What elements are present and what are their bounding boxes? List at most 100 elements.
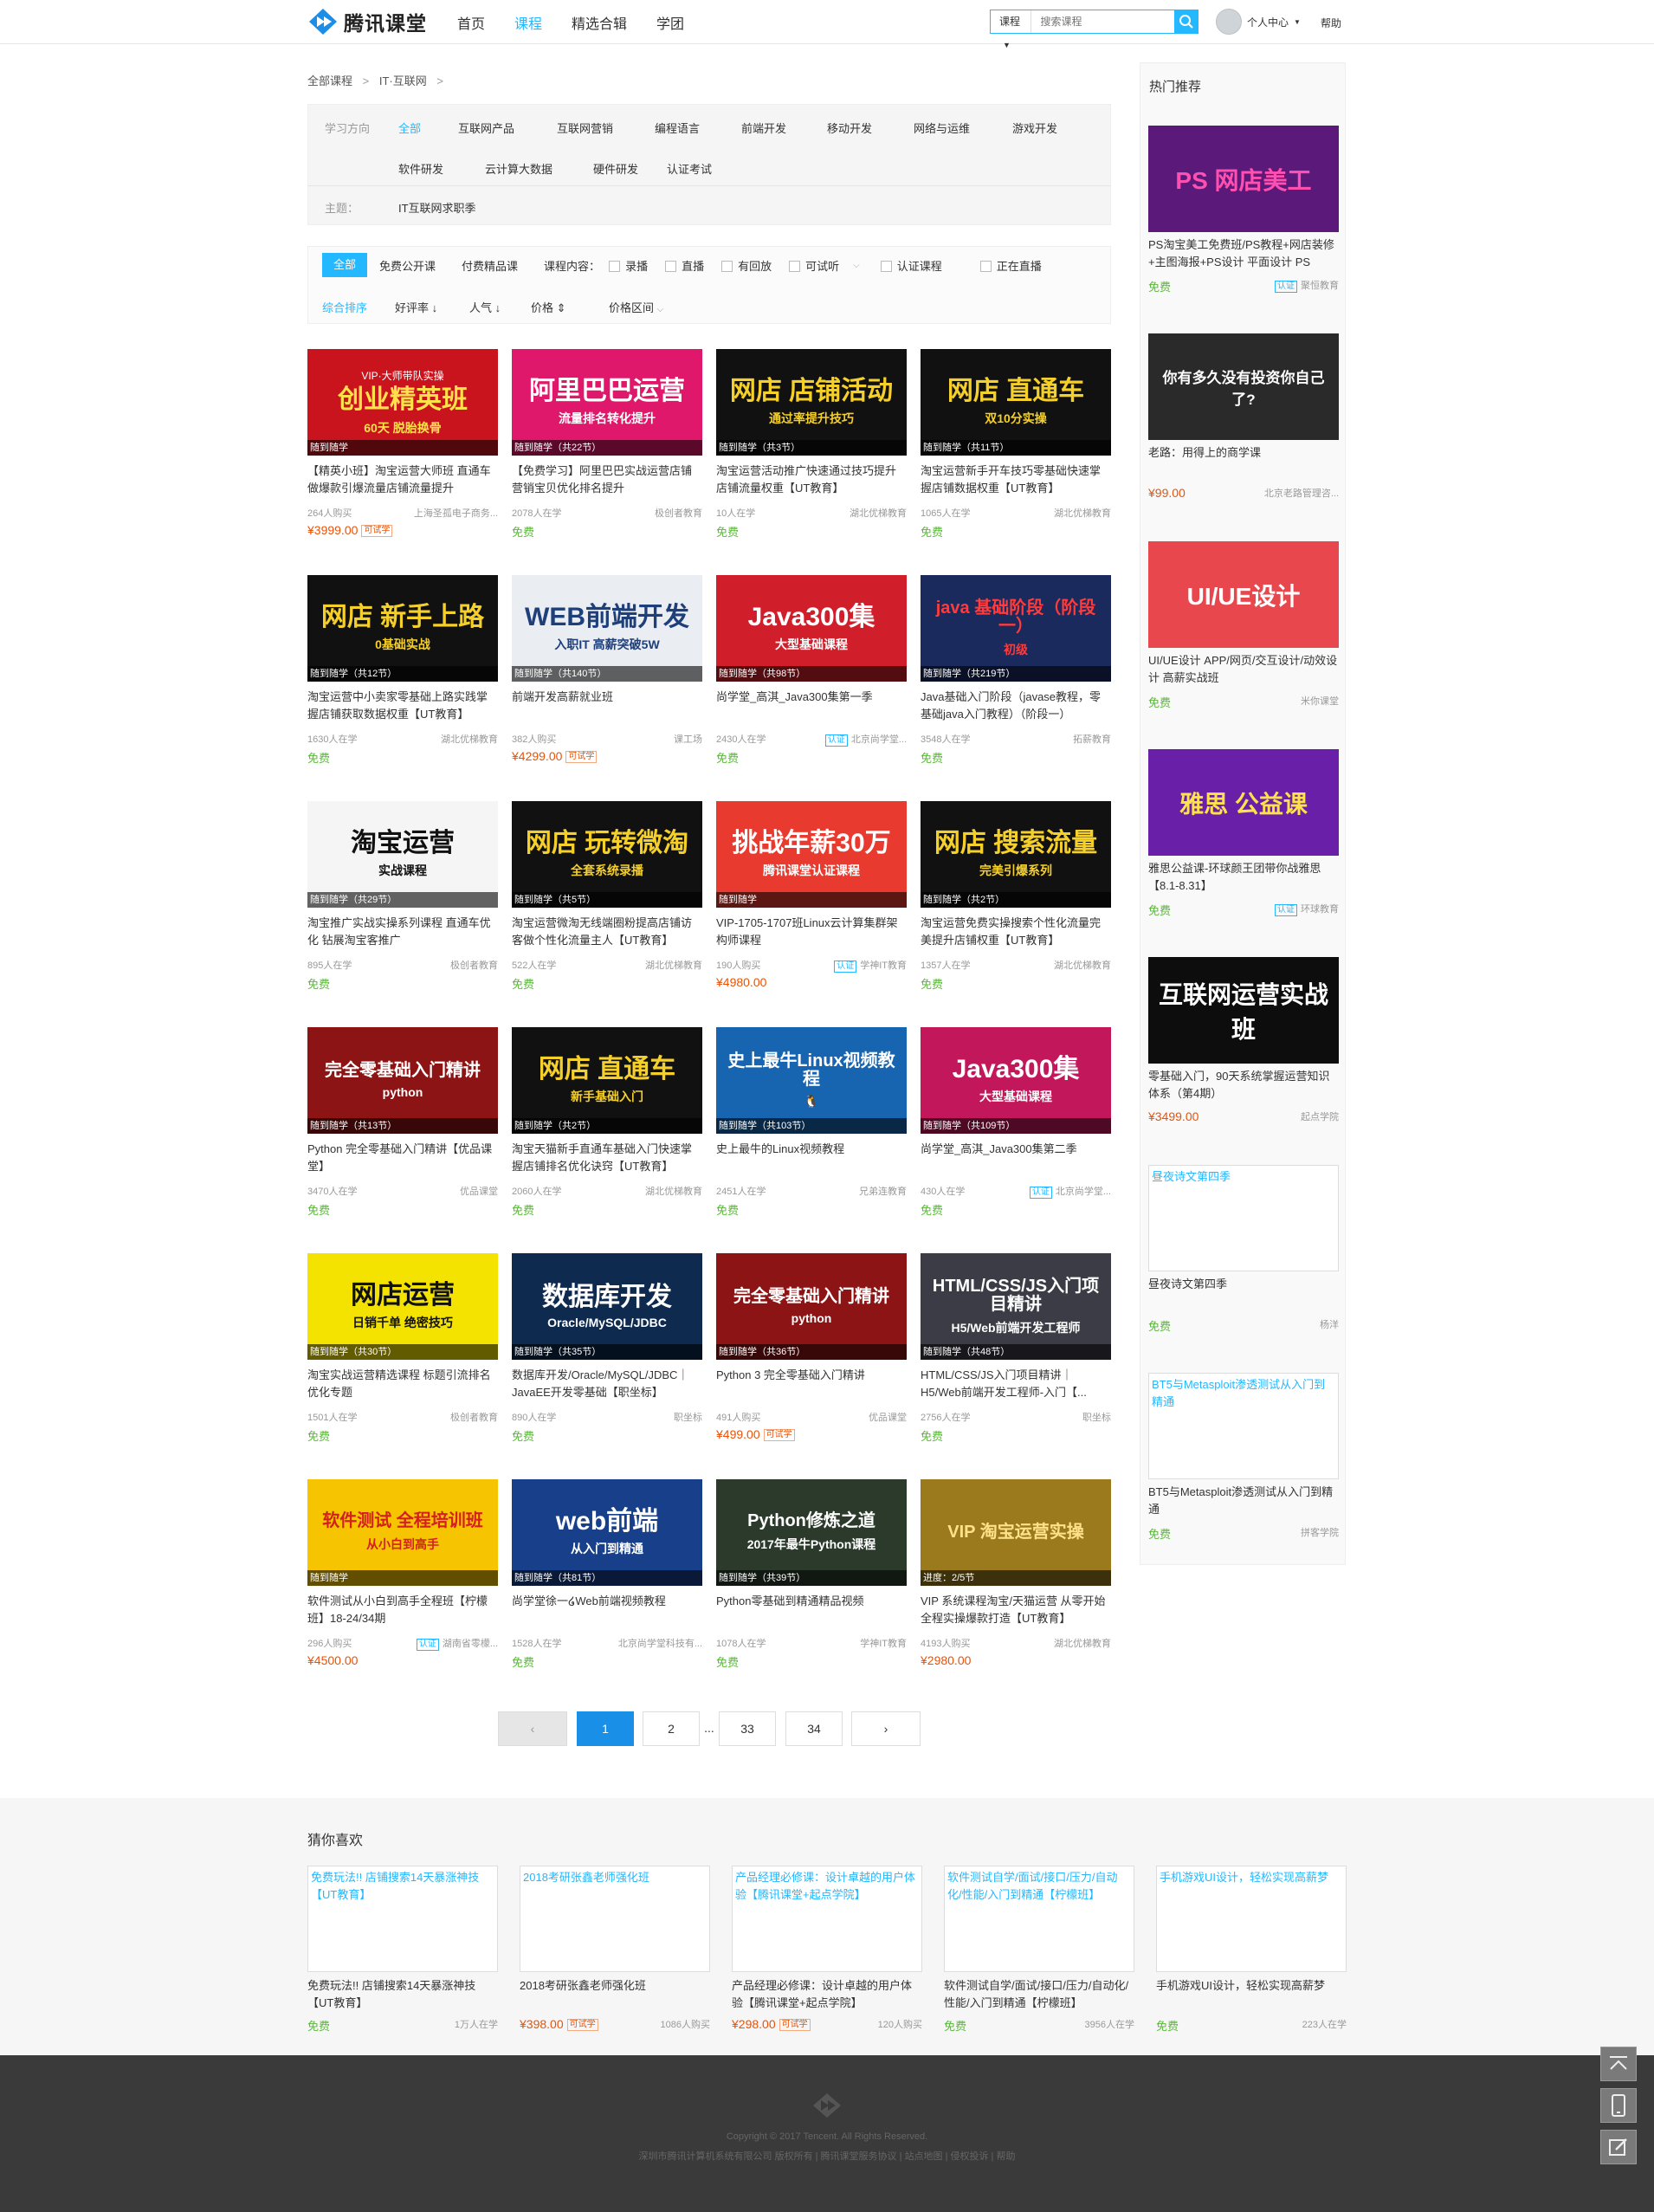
guess-course[interactable]: 软件测试自学/面试/接口/压力/自动化/性能/入门到精通【柠檬班】 软件测试自学/… [944, 1866, 1134, 2034]
sidebar-course-title[interactable]: 昼夜诗文第四季 [1148, 1276, 1339, 1310]
course-title[interactable]: 淘宝推广实战实操系列课程 直通车优化 钻展淘宝客推广 [307, 915, 498, 949]
guess-course-title[interactable]: 软件测试自学/面试/接口/压力/自动化/性能/入门到精通【柠檬班】 [944, 1977, 1134, 2012]
course-card[interactable]: Java300集 大型基础课程 随到随学（共98节） 尚学堂_高淇_Java300集第… [716, 575, 907, 783]
search-input[interactable] [1031, 10, 1175, 33]
image-placeholder[interactable]: 免费玩法!! 店铺搜索14天暴涨神技【UT教育】 [307, 1866, 498, 1972]
course-card[interactable]: java 基础阶段（阶段一） 初级 随到随学（共219节） Java基础入门阶段（ja… [921, 575, 1111, 783]
guess-course[interactable]: 手机游戏UI设计，轻松实现高薪梦 手机游戏UI设计，轻松实现高薪梦 免费 223人在学 [1156, 1866, 1347, 2034]
course-thumbnail[interactable]: 完全零基础入门精讲 python 随到随学（共36节） [716, 1253, 907, 1360]
direction-item[interactable]: 游戏开发 [1012, 120, 1082, 136]
course-thumbnail[interactable]: web前端 从入门到精通 随到随学（共81节） [512, 1479, 702, 1586]
course-title[interactable]: 尚学堂_高淇_Java300集第二季 [921, 1141, 1111, 1175]
course-org[interactable]: 职坐标 [674, 1413, 702, 1423]
course-card[interactable]: 阿里巴巴运营 流量排名转化提升 随到随学（共22节） 【免费学习】阿里巴巴实战运营店铺… [512, 349, 702, 557]
course-title[interactable]: 尚学堂_高淇_Java300集第一季 [716, 689, 907, 723]
course-org[interactable]: 湖北优梯教育 [1054, 508, 1111, 519]
chevron-down-icon[interactable]: ⌵ [853, 261, 860, 270]
course-org[interactable]: 学神IT教育 [860, 1639, 907, 1649]
guess-course-title[interactable]: 手机游戏UI设计，轻松实现高薪梦 [1156, 1977, 1347, 2012]
course-org[interactable]: 湖北优梯教育 [645, 960, 702, 971]
sidebar-course[interactable]: 互联网运营实战班 零基础入门，90天系统掌握运营知识体系（第4期） ¥3499.00… [1148, 957, 1339, 1123]
course-card[interactable]: web前端 从入门到精通 随到随学（共81节） 尚学堂徐一໒Web前端视频教程 1528… [512, 1479, 702, 1687]
guess-course-title[interactable]: 免费玩法!! 店铺搜索14天暴涨神技【UT教育】 [307, 1977, 498, 2012]
sidebar-course-title[interactable]: 老路：用得上的商学课 [1148, 444, 1339, 479]
image-placeholder[interactable]: 2018考研张鑫老师强化班 [520, 1866, 710, 1972]
course-title[interactable]: 淘宝实战运营精选课程 标题引流排名优化专题 [307, 1367, 498, 1401]
course-thumbnail[interactable]: java 基础阶段（阶段一） 初级 随到随学（共219节） [921, 575, 1111, 682]
course-org[interactable]: 北京尚学堂... [1056, 1187, 1111, 1197]
course-thumbnail[interactable]: 淘宝运营 实战课程 随到随学（共29节） [307, 801, 498, 908]
course-org[interactable]: 优品课堂 [460, 1187, 498, 1197]
content-live-checkbox[interactable]: 直播 [665, 257, 704, 274]
sidebar-org[interactable]: 环球教育 [1301, 904, 1339, 915]
course-thumbnail[interactable]: 数据库开发 Oracle/MySQL/JDBC 随到随学（共35节） [512, 1253, 702, 1360]
theme-item[interactable]: IT互联网求职季 [398, 199, 476, 216]
course-title[interactable]: 软件测试从小白到高手全程班【柠檬班】18-24/34期 [307, 1593, 498, 1627]
sidebar-course-title[interactable]: 零基础入门，90天系统掌握运营知识体系（第4期） [1148, 1068, 1339, 1103]
course-org[interactable]: 极创者教育 [655, 508, 702, 519]
course-org[interactable]: 北京尚学堂科技有... [618, 1639, 702, 1649]
type-free[interactable]: 免费公开课 [379, 257, 436, 274]
course-card[interactable]: 网店 玩转微淘 全套系统录播 随到随学（共5节） 淘宝运营微淘无线端圈粉提高店铺访客做… [512, 801, 702, 1009]
sidebar-course-title[interactable]: BT5与Metasploit渗透测试从入门到精通 [1148, 1484, 1339, 1518]
logo[interactable]: 腾讯课堂 [307, 7, 427, 36]
page-33[interactable]: 33 [719, 1711, 776, 1746]
content-trial-checkbox[interactable]: 可试听 [789, 257, 839, 274]
mobile-app-button[interactable] [1600, 2088, 1637, 2123]
sidebar-course-title[interactable]: PS淘宝美工免费班/PS教程+网店装修+主图海报+PS设计 平面设计 PS [1148, 236, 1339, 271]
sort-popularity[interactable]: 人气 ↓ [469, 299, 531, 315]
course-title[interactable]: 淘宝运营微淘无线端圈粉提高店铺访客做个性化流量主人【UT教育】 [512, 915, 702, 949]
course-thumbnail[interactable]: 网店运营 日销千单 绝密技巧 随到随学（共30节） [307, 1253, 498, 1360]
sidebar-thumbnail[interactable]: 你有多久没有投资你自己了? [1148, 333, 1339, 440]
feedback-button[interactable] [1600, 2130, 1637, 2164]
course-org[interactable]: 学神IT教育 [860, 960, 907, 971]
nav-courses[interactable]: 课程 [514, 12, 542, 33]
course-card[interactable]: VIP 淘宝运营实操 进度：2/5节 VIP 系统课程淘宝/天猫运营 从零开始全程实… [921, 1479, 1111, 1687]
course-org[interactable]: 湖北优梯教育 [850, 508, 907, 519]
direction-item[interactable]: 互联网营销 [557, 120, 655, 136]
course-title[interactable]: VIP-1705-1707班Linux云计算集群架构师课程 [716, 915, 907, 949]
sidebar-thumbnail[interactable]: PS 网店美工 [1148, 126, 1339, 232]
course-card[interactable]: 数据库开发 Oracle/MySQL/JDBC 随到随学（共35节） 数据库开发/Or… [512, 1253, 702, 1461]
help-link[interactable]: 帮助 [1321, 16, 1341, 30]
course-thumbnail[interactable]: Python修炼之道 2017年最牛Python课程 随到随学（共39节） [716, 1479, 907, 1586]
course-org[interactable]: 课工场 [674, 734, 702, 745]
course-org[interactable]: 湖北优梯教育 [1054, 960, 1111, 971]
sidebar-org[interactable]: 拼客学院 [1301, 1528, 1339, 1538]
breadcrumb-current[interactable]: IT·互联网 [379, 74, 427, 87]
course-title[interactable]: 史上最牛的Linux视频教程 [716, 1141, 907, 1175]
course-title[interactable]: 数据库开发/Oracle/MySQL/JDBC｜JavaEE开发零基础【职坐标】 [512, 1367, 702, 1401]
course-thumbnail[interactable]: 网店 直通车 新手基础入门 随到随学（共2节） [512, 1027, 702, 1134]
user-menu[interactable]: 个人中心 ▼ [1216, 9, 1301, 35]
price-range-select[interactable]: 价格区间 ⌵ [609, 299, 663, 315]
course-card[interactable]: 完全零基础入门精讲 python 随到随学（共36节） Python 3 完全零基础入… [716, 1253, 907, 1461]
sidebar-thumbnail[interactable]: 雅思 公益课 [1148, 749, 1339, 856]
sidebar-course[interactable]: PS 网店美工 PS淘宝美工免费班/PS教程+网店装修+主图海报+PS设计 平面设… [1148, 126, 1339, 294]
sort-price[interactable]: 价格 ⇕ [531, 299, 609, 315]
image-placeholder[interactable]: BT5与Metasploit渗透测试从入门到精通 [1148, 1373, 1339, 1479]
course-card[interactable]: 淘宝运营 实战课程 随到随学（共29节） 淘宝推广实战实操系列课程 直通车优化 钻展淘… [307, 801, 498, 1009]
page-2[interactable]: 2 [643, 1711, 700, 1746]
course-thumbnail[interactable]: 网店 店铺活动 通过率提升技巧 随到随学（共3节） [716, 349, 907, 456]
course-thumbnail[interactable]: Java300集 大型基础课程 随到随学（共98节） [716, 575, 907, 682]
nav-home[interactable]: 首页 [457, 12, 485, 33]
course-card[interactable]: Java300集 大型基础课程 随到随学（共109节） 尚学堂_高淇_Java300集… [921, 1027, 1111, 1235]
course-title[interactable]: 淘宝运营新手开车技巧零基础快速掌握店铺数据权重【UT教育】 [921, 462, 1111, 497]
course-org[interactable]: 上海圣孤电子商务... [414, 508, 498, 519]
sidebar-course[interactable]: 昼夜诗文第四季 昼夜诗文第四季 免费 杨洋 [1148, 1165, 1339, 1334]
course-title[interactable]: 尚学堂徐一໒Web前端视频教程 [512, 1593, 702, 1627]
sidebar-org[interactable]: 北京老路管理咨... [1264, 488, 1339, 499]
sidebar-org[interactable]: 聚恒教育 [1301, 281, 1339, 291]
course-org[interactable]: 拓薪教育 [1073, 734, 1111, 745]
course-card[interactable]: 挑战年薪30万 腾讯课堂认证课程 随到随学 VIP-1705-1707班Linux云计… [716, 801, 907, 1009]
course-thumbnail[interactable]: VIP·大师带队实操 创业精英班 60天 脱胎换骨 随到随学 [307, 349, 498, 456]
course-card[interactable]: 网店 店铺活动 通过率提升技巧 随到随学（共3节） 淘宝运营活动推广快速通过技巧提升店… [716, 349, 907, 557]
course-card[interactable]: 网店 新手上路 0基础实战 随到随学（共12节） 淘宝运营中小卖家零基础上路实践掌握店… [307, 575, 498, 783]
search-scope-select[interactable]: 课程 ▼ [991, 10, 1032, 49]
sidebar-course[interactable]: 雅思 公益课 雅思公益课-环球颜王团带你战雅思【8.1-8.31】 免费 认证 环球教育 [1148, 749, 1339, 918]
course-org[interactable]: 湖北优梯教育 [441, 734, 498, 745]
sidebar-course-title[interactable]: 雅思公益课-环球颜王团带你战雅思【8.1-8.31】 [1148, 860, 1339, 895]
course-card[interactable]: 软件测试 全程培训班 从小白到高手 随到随学 软件测试从小白到高手全程班【柠檬班】18… [307, 1479, 498, 1687]
type-all[interactable]: 全部 [322, 253, 368, 277]
course-thumbnail[interactable]: 挑战年薪30万 腾讯课堂认证课程 随到随学 [716, 801, 907, 908]
